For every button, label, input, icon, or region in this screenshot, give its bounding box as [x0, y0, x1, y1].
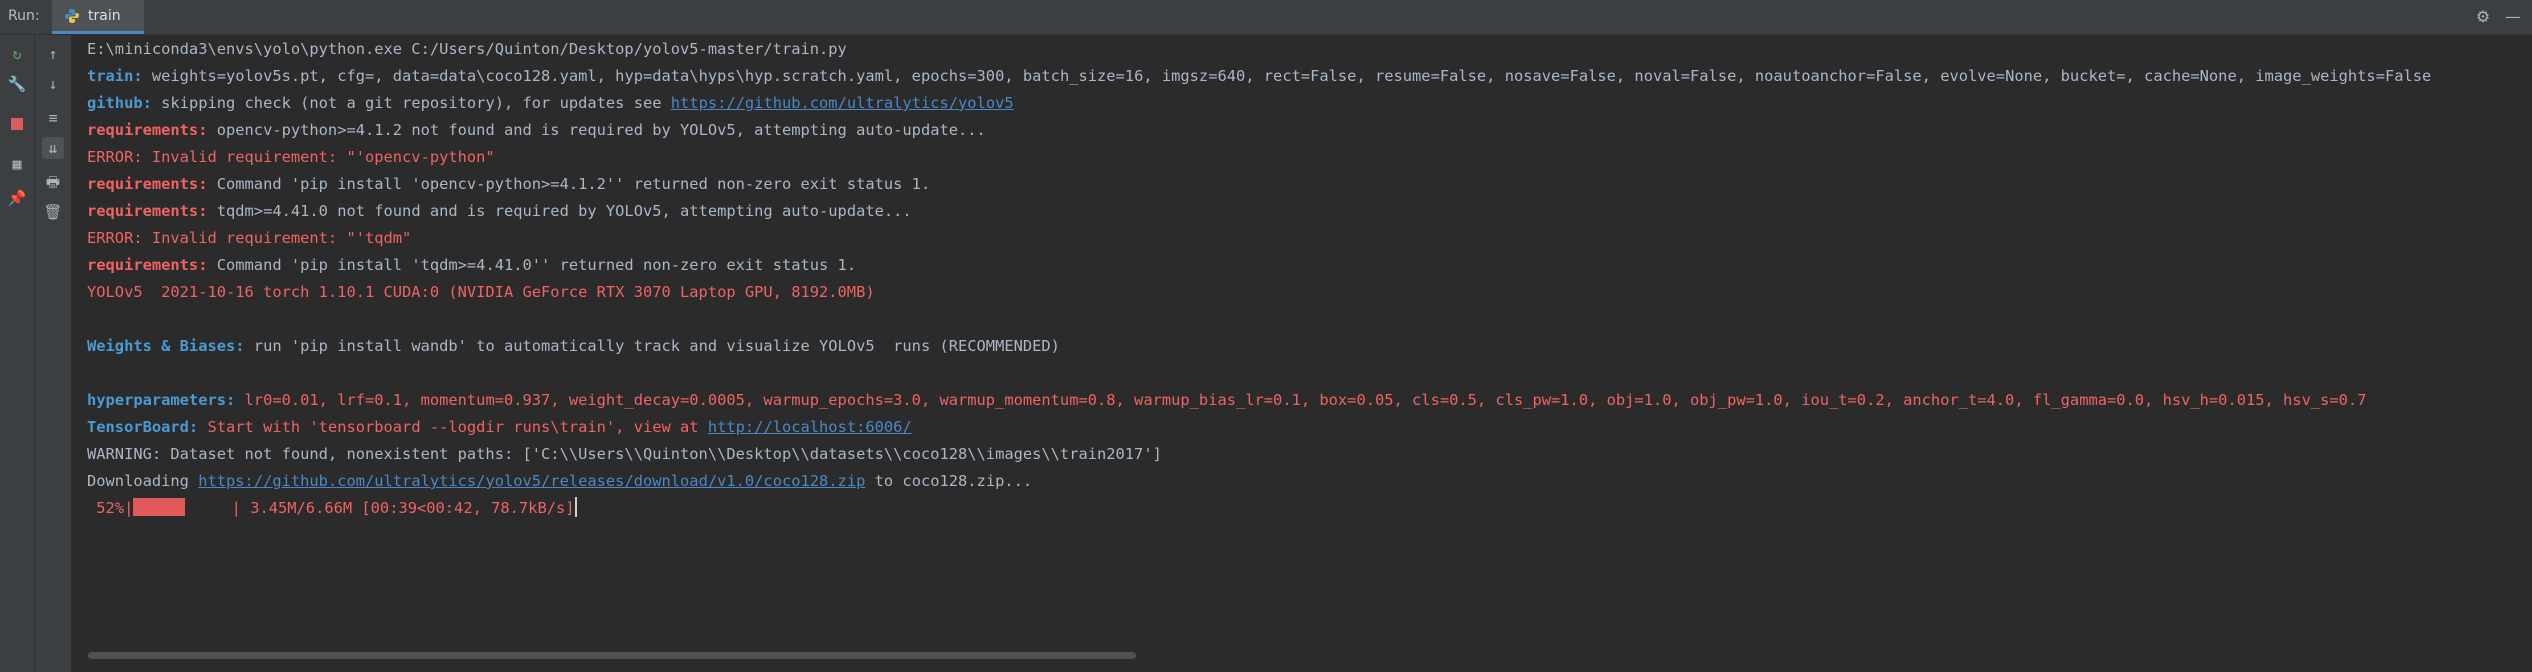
log-key: requirements: [87, 202, 208, 220]
console-line: hyperparameters: lr0=0.01, lrf=0.1, mome… [87, 391, 2367, 409]
console-line: requirements: tqdm>=4.41.0 not found and… [87, 202, 912, 220]
stop-icon[interactable] [6, 113, 28, 135]
tensorboard-link[interactable]: http://localhost:6006/ [708, 418, 912, 436]
console-line: requirements: opencv-python>=4.1.2 not f… [87, 121, 986, 139]
horizontal-scrollbar[interactable] [88, 652, 1136, 659]
console-line: Downloading https://github.com/ultralyti… [87, 472, 1033, 490]
log-key: requirements: [87, 175, 208, 193]
print-icon[interactable]: 🖶 [42, 171, 64, 193]
minimize-icon[interactable]: — [2504, 8, 2522, 26]
console-line: E:\miniconda3\envs\yolo\python.exe C:/Us… [87, 40, 847, 58]
run-tool-header: Run: train ⚙ — [0, 0, 2532, 35]
log-key: Weights & Biases: [87, 337, 245, 355]
console-output[interactable]: E:\miniconda3\envs\yolo\python.exe C:/Us… [72, 35, 2532, 645]
console-line: Weights & Biases: run 'pip install wandb… [87, 337, 1060, 355]
log-key: hyperparameters: [87, 391, 236, 409]
console-line: ERROR: Invalid requirement: "'opencv-pyt… [87, 148, 495, 166]
run-toolbar-primary: ↻ 🔧 ▦ 📌 [0, 35, 35, 672]
layout-icon[interactable]: ▦ [6, 153, 28, 175]
tab-train[interactable]: train [52, 0, 144, 34]
console-line: TensorBoard: Start with 'tensorboard --l… [87, 418, 912, 436]
progress-bar [133, 498, 186, 516]
up-arrow-icon[interactable]: ↑ [42, 43, 64, 65]
down-arrow-icon[interactable]: ↓ [42, 73, 64, 95]
console-line: train: weights=yolov5s.pt, cfg=, data=da… [87, 67, 2432, 85]
console-line: requirements: Command 'pip install 'open… [87, 175, 931, 193]
pin-icon[interactable]: 📌 [6, 187, 28, 209]
run-label: Run: [8, 8, 40, 24]
log-key: TensorBoard: [87, 418, 199, 436]
progress-line: 52%| | 3.45M/6.66M [00:39<00:42, 78.7kB/… [87, 497, 577, 517]
console-line: ERROR: Invalid requirement: "'tqdm" [87, 229, 412, 247]
log-key: github: [87, 94, 152, 112]
settings-icon[interactable]: ⚙ [2474, 8, 2492, 26]
log-key: requirements: [87, 121, 208, 139]
scroll-to-end-icon[interactable]: ⇊ [42, 137, 64, 159]
python-icon [65, 9, 79, 23]
tab-label: train [88, 8, 121, 24]
text-cursor [574, 497, 577, 517]
download-link[interactable]: https://github.com/ultralytics/yolov5/re… [198, 472, 865, 490]
console-line: YOLOv5 2021-10-16 torch 1.10.1 CUDA:0 (N… [87, 283, 875, 301]
log-key: requirements: [87, 256, 208, 274]
log-key: train: [87, 67, 143, 85]
soft-wrap-icon[interactable]: ≡ [42, 107, 64, 129]
wrench-icon[interactable]: 🔧 [6, 73, 28, 95]
run-toolbar-secondary: ↑ ↓ ≡ ⇊ 🖶 🗑 [35, 35, 72, 672]
console-line: requirements: Command 'pip install 'tqdm… [87, 256, 857, 274]
rerun-icon[interactable]: ↻ [6, 43, 28, 65]
console-line: WARNING: Dataset not found, nonexistent … [87, 445, 1162, 463]
github-link[interactable]: https://github.com/ultralytics/yolov5 [671, 94, 1014, 112]
trash-icon[interactable]: 🗑 [42, 201, 64, 223]
console-line: github: skipping check (not a git reposi… [87, 94, 1014, 112]
